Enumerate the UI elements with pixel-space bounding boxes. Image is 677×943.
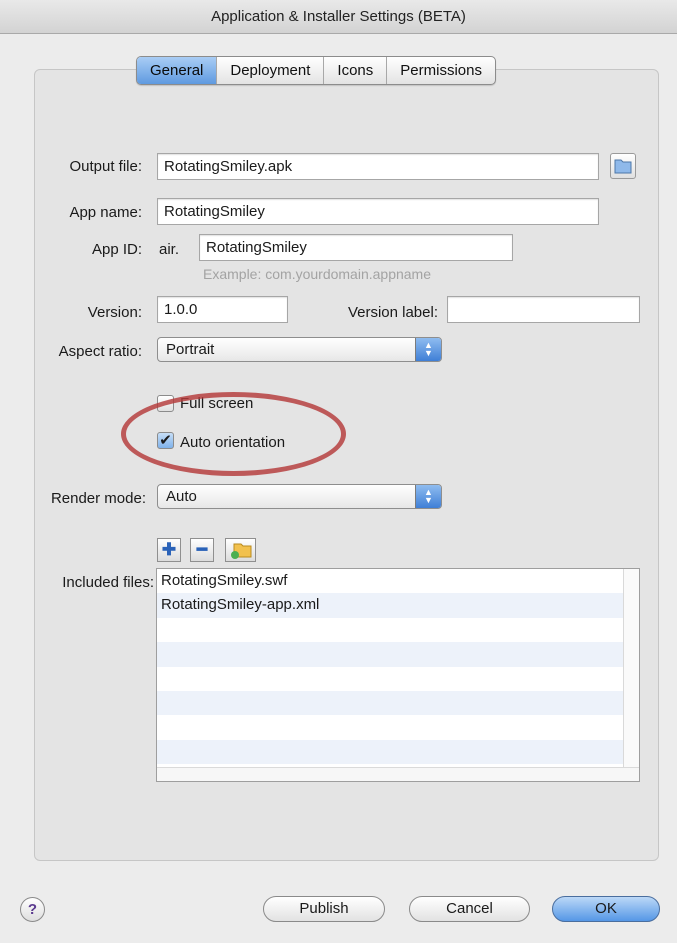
remove-file-button[interactable]: ━ bbox=[190, 538, 214, 562]
render-mode-value: Auto bbox=[166, 488, 197, 505]
output-file-label: Output file: bbox=[69, 158, 142, 175]
tab-deployment[interactable]: Deployment bbox=[217, 57, 325, 84]
list-item bbox=[157, 642, 639, 667]
aspect-ratio-value: Portrait bbox=[166, 341, 215, 358]
folder-icon bbox=[614, 159, 632, 174]
version-label-label: Version label: bbox=[347, 304, 438, 321]
tab-general[interactable]: General bbox=[137, 57, 218, 84]
version-field[interactable]: 1.0.0 bbox=[157, 296, 288, 323]
list-item[interactable]: RotatingSmiley.swf bbox=[157, 569, 639, 593]
tab-icons[interactable]: Icons bbox=[324, 57, 388, 84]
app-name-label: App name: bbox=[69, 204, 142, 221]
version-label-field[interactable] bbox=[447, 296, 640, 323]
horizontal-scrollbar[interactable] bbox=[157, 767, 639, 781]
add-folder-icon bbox=[230, 543, 251, 559]
output-file-field[interactable]: RotatingSmiley.apk bbox=[157, 153, 599, 180]
list-item bbox=[157, 667, 639, 691]
app-id-prefix: air. bbox=[159, 241, 180, 258]
list-item bbox=[157, 618, 639, 642]
window-title: Application & Installer Settings (BETA) bbox=[0, 0, 677, 34]
app-id-hint: Example: com.yourdomain.appname bbox=[203, 266, 432, 282]
app-id-field[interactable]: RotatingSmiley bbox=[199, 234, 513, 261]
tab-permissions[interactable]: Permissions bbox=[387, 57, 495, 84]
render-mode-label: Render mode: bbox=[50, 490, 146, 507]
plus-icon: ✚ bbox=[161, 540, 177, 559]
list-item bbox=[157, 690, 639, 716]
highlight-oval-annotation bbox=[121, 392, 346, 476]
browse-folder-button[interactable] bbox=[610, 153, 636, 179]
list-item bbox=[157, 715, 639, 739]
add-folder-button[interactable] bbox=[225, 538, 256, 562]
version-label: Version: bbox=[87, 304, 142, 321]
list-item bbox=[157, 739, 639, 765]
minus-icon: ━ bbox=[196, 540, 208, 559]
help-button[interactable]: ? bbox=[20, 897, 45, 922]
aspect-ratio-select[interactable]: Portrait ▲ ▼ bbox=[157, 337, 442, 362]
included-files-list[interactable]: RotatingSmiley.swf RotatingSmiley-app.xm… bbox=[156, 568, 640, 782]
aspect-ratio-label: Aspect ratio: bbox=[58, 343, 142, 360]
ok-button[interactable]: OK bbox=[552, 896, 660, 922]
list-item[interactable]: RotatingSmiley-app.xml bbox=[157, 593, 639, 618]
select-arrows-icon: ▲ ▼ bbox=[415, 485, 441, 508]
select-arrows-icon: ▲ ▼ bbox=[415, 338, 441, 361]
app-id-label: App ID: bbox=[91, 241, 142, 258]
app-name-field[interactable]: RotatingSmiley bbox=[157, 198, 599, 225]
included-files-label: Included files: bbox=[62, 574, 154, 591]
cancel-button[interactable]: Cancel bbox=[409, 896, 530, 922]
publish-button[interactable]: Publish bbox=[263, 896, 385, 922]
add-file-button[interactable]: ✚ bbox=[157, 538, 181, 562]
render-mode-select[interactable]: Auto ▲ ▼ bbox=[157, 484, 442, 509]
tab-bar: General Deployment Icons Permissions bbox=[136, 56, 496, 85]
vertical-scrollbar[interactable] bbox=[623, 569, 639, 781]
